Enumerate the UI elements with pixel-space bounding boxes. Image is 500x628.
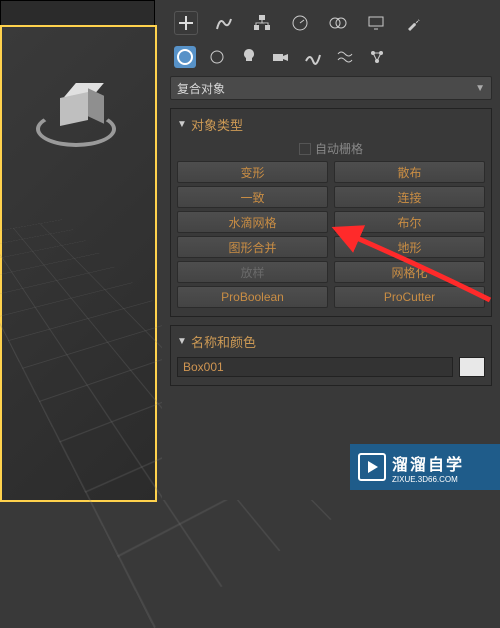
object-type-rollout: ▼ 对象类型 自动栅格 变形散布一致连接水滴网格布尔图形合并地形放样网格化 Pro… [170,108,492,317]
viewport-active[interactable] [1,26,156,501]
rollout-header-name-color[interactable]: ▼ 名称和颜色 [177,332,485,351]
object-type-button[interactable]: ProCutter [334,286,485,308]
subcategory-dropdown[interactable]: 复合对象 ▼ [170,76,492,100]
object-type-button[interactable]: 连接 [334,186,485,208]
watermark-text-en: ZIXUE.3D66.COM [392,475,464,484]
create-tab[interactable] [174,11,198,35]
viewport[interactable] [0,0,155,500]
chevron-down-icon: ▼ [475,83,485,94]
helpers-category[interactable] [302,46,324,68]
rollout-title: 对象类型 [191,115,243,134]
lights-category[interactable] [238,46,260,68]
object-type-button[interactable]: 一致 [177,186,328,208]
collapse-arrow-icon: ▼ [177,119,187,130]
motion-tab[interactable] [288,11,312,35]
utilities-tab[interactable] [402,11,426,35]
spacewarps-category[interactable] [334,46,356,68]
play-icon [358,453,386,481]
object-name-input[interactable] [177,357,453,377]
object-type-button[interactable]: 变形 [177,161,328,183]
object-type-button[interactable]: 散布 [334,161,485,183]
shapes-category[interactable] [206,46,228,68]
rollout-title: 名称和颜色 [191,332,256,351]
display-tab[interactable] [364,11,388,35]
object-type-button[interactable]: 地形 [334,236,485,258]
modify-tab[interactable] [212,11,236,35]
hierarchy-tab[interactable] [250,11,274,35]
autogrid-checkbox[interactable] [299,143,311,155]
object-color-swatch[interactable] [459,357,485,377]
object-type-button[interactable]: ProBoolean [177,286,328,308]
box-mesh [54,87,98,131]
object-type-button[interactable]: 图形合并 [177,236,328,258]
collapse-arrow-icon: ▼ [177,336,187,347]
dropdown-value: 复合对象 [177,80,225,97]
object-type-button[interactable]: 布尔 [334,211,485,233]
scene-object[interactable] [36,81,116,161]
object-type-button[interactable]: 水滴网格 [177,211,328,233]
autogrid-label: 自动栅格 [315,140,363,157]
object-buttons-grid: 变形散布一致连接水滴网格布尔图形合并地形放样网格化 ProBoolean ProCu… [177,161,485,308]
autogrid-row: 自动栅格 [177,140,485,157]
name-color-rollout: ▼ 名称和颜色 [170,325,492,386]
cameras-category[interactable] [270,46,292,68]
rollout-header-object-type[interactable]: ▼ 对象类型 [177,115,485,134]
command-panel: 复合对象 ▼ ▼ 对象类型 自动栅格 变形散布一致连接水滴网格布尔图形合并地形放… [162,0,500,500]
circles-icon[interactable] [326,11,350,35]
main-tabs [170,6,492,40]
category-row [170,42,492,72]
object-type-button: 放样 [177,261,328,283]
watermark: 溜溜自学 ZIXUE.3D66.COM [350,444,500,490]
systems-category[interactable] [366,46,388,68]
object-type-button[interactable]: 网格化 [334,261,485,283]
geometry-category[interactable] [174,46,196,68]
watermark-text-cn: 溜溜自学 [392,451,464,475]
